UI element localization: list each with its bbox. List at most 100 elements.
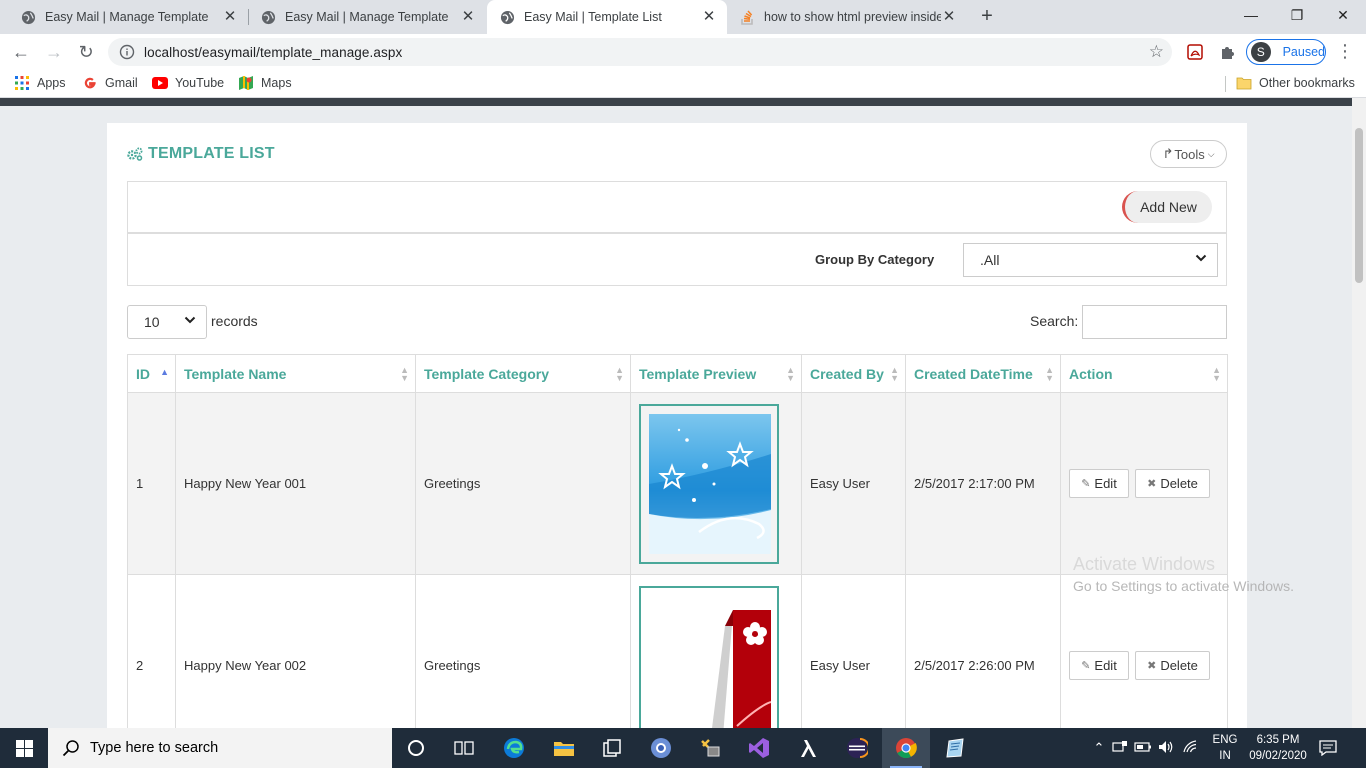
- browser-tab-3-active[interactable]: Easy Mail | Template List ✕: [487, 0, 727, 34]
- close-tab-icon[interactable]: ✕: [222, 9, 238, 25]
- bookmark-label: Gmail: [105, 76, 138, 90]
- bookmark-youtube[interactable]: YouTube: [152, 75, 224, 91]
- eclipse-icon[interactable]: [833, 728, 881, 768]
- tools-button[interactable]: ↱ Tools ⌵: [1150, 140, 1227, 168]
- group-by-category-select[interactable]: .All: [963, 243, 1218, 277]
- page-title: TEMPLATE LIST: [127, 145, 275, 163]
- chrome-icon[interactable]: [882, 728, 930, 768]
- file-explorer-icon[interactable]: [540, 728, 588, 768]
- activate-windows-watermark: Activate Windows: [1073, 554, 1216, 574]
- battery-icon[interactable]: [1132, 741, 1154, 755]
- browser-tab-4[interactable]: how to show html preview inside ✕: [727, 0, 967, 34]
- browser-app-icon[interactable]: [637, 728, 685, 768]
- tools-label: Tools: [1174, 146, 1205, 162]
- network-status-icon[interactable]: [1108, 740, 1132, 757]
- globe-icon: [499, 9, 515, 25]
- tab-title: Easy Mail | Template List: [524, 10, 662, 24]
- notifications-icon[interactable]: [1318, 738, 1338, 758]
- profile-status: Paused: [1282, 45, 1325, 59]
- back-arrow-icon[interactable]: ←: [9, 40, 33, 64]
- apps-grid-icon: [14, 75, 30, 91]
- task-view-icon[interactable]: [440, 728, 488, 768]
- edit-button[interactable]: ✎ Edit: [1069, 651, 1129, 680]
- bookmark-gmail[interactable]: Gmail: [82, 75, 138, 91]
- sort-both-icon: ▲ ▼: [1212, 365, 1221, 383]
- sort-both-icon: ▲ ▼: [1045, 365, 1054, 383]
- windows-start-icon[interactable]: [0, 728, 48, 768]
- sort-both-icon: ▲ ▼: [615, 365, 624, 383]
- google-g-icon: [82, 75, 98, 91]
- column-header-template-name[interactable]: Template Name ▲ ▼: [175, 354, 416, 393]
- search-input[interactable]: [1082, 305, 1227, 339]
- other-bookmarks[interactable]: Other bookmarks: [1236, 75, 1355, 91]
- taskbar-search-box[interactable]: Type here to search: [48, 728, 392, 768]
- reload-icon[interactable]: ↻: [74, 40, 98, 64]
- cortana-icon[interactable]: [392, 728, 440, 768]
- page-scrollbar[interactable]: [1352, 98, 1366, 728]
- language-code: ENG: [1212, 734, 1238, 746]
- windows-taskbar: Type here to search ⌃ ENG IN 6:35 PM 09/…: [0, 728, 1366, 768]
- restore-button[interactable]: ❐: [1274, 0, 1320, 30]
- globe-icon: [20, 9, 36, 25]
- edge-browser-icon[interactable]: [490, 728, 538, 768]
- wifi-icon[interactable]: [1178, 739, 1202, 757]
- input-language[interactable]: ENG IN: [1211, 732, 1239, 764]
- add-new-button[interactable]: Add New: [1122, 191, 1212, 223]
- chevron-up-icon[interactable]: ⌃: [1090, 740, 1108, 756]
- notepad-app-icon[interactable]: [931, 728, 979, 768]
- bookmark-star-icon[interactable]: ☆: [1149, 42, 1164, 62]
- records-length-select[interactable]: 10: [127, 305, 207, 339]
- edit-button[interactable]: ✎ Edit: [1069, 469, 1129, 498]
- template-list-panel: TEMPLATE LIST ↱ Tools ⌵ Add New Group By…: [107, 123, 1247, 728]
- volume-icon[interactable]: [1154, 740, 1178, 757]
- template-preview-thumbnail[interactable]: [639, 585, 779, 728]
- minimize-button[interactable]: —: [1228, 0, 1274, 30]
- browser-tab-1[interactable]: Easy Mail | Manage Template ✕: [8, 0, 248, 34]
- address-bar[interactable]: localhost/easymail/template_manage.aspx …: [108, 38, 1172, 66]
- close-tab-icon[interactable]: ✕: [701, 9, 717, 25]
- menu-kebab-icon[interactable]: ⋮: [1336, 42, 1354, 60]
- profile-button[interactable]: S Paused: [1246, 39, 1326, 65]
- forward-arrow-icon[interactable]: →: [42, 40, 66, 64]
- tools-app-icon[interactable]: [686, 728, 734, 768]
- column-header-template-preview[interactable]: Template Preview ▲ ▼: [630, 354, 802, 393]
- pdf-extension-icon[interactable]: [1185, 42, 1205, 62]
- taskbar-clock[interactable]: 6:35 PM 09/02/2020: [1246, 732, 1310, 764]
- column-header-template-category[interactable]: Template Category ▲ ▼: [415, 354, 631, 393]
- column-header-id[interactable]: ID ▲: [127, 354, 176, 393]
- column-header-created-by[interactable]: Created By ▲ ▼: [801, 354, 906, 393]
- browser-tab-2[interactable]: Easy Mail | Manage Template ✕: [248, 0, 486, 34]
- close-window-button[interactable]: ✕: [1320, 0, 1366, 30]
- template-preview-thumbnail[interactable]: [639, 403, 779, 564]
- browser-tab-strip: Easy Mail | Manage Template ✕ Easy Mail …: [0, 0, 1366, 34]
- scrollbar-thumb[interactable]: [1355, 128, 1363, 283]
- share-arrow-icon: ↱: [1162, 146, 1174, 161]
- column-header-action[interactable]: Action ▲ ▼: [1060, 354, 1228, 393]
- new-tab-button[interactable]: +: [976, 5, 998, 27]
- column-header-created-datetime[interactable]: Created DateTime ▲ ▼: [905, 354, 1061, 393]
- lambda-app-icon[interactable]: [784, 728, 832, 768]
- bookmark-apps[interactable]: Apps: [14, 75, 66, 91]
- youtube-icon: [152, 75, 168, 91]
- visual-studio-icon[interactable]: [735, 728, 783, 768]
- search-label: Search:: [1030, 313, 1079, 329]
- bookmark-maps[interactable]: Maps: [238, 75, 292, 91]
- info-icon[interactable]: [118, 43, 136, 61]
- close-tab-icon[interactable]: ✕: [941, 9, 957, 25]
- cell-action: ✎ Edit ✖ Delete: [1060, 392, 1228, 575]
- sort-both-icon: ▲ ▼: [400, 365, 409, 383]
- cell-template-category: Greetings: [415, 392, 631, 575]
- cell-id: 2: [127, 574, 176, 728]
- delete-button[interactable]: ✖ Delete: [1135, 651, 1210, 680]
- windows-app-icon[interactable]: [588, 728, 636, 768]
- bookmarks-divider: [1225, 76, 1226, 92]
- search-icon: [62, 739, 80, 757]
- gears-icon: [127, 147, 143, 161]
- globe-icon: [260, 9, 276, 25]
- template-table: ID ▲ Template Name ▲ ▼ Template Category ▲ ▼ …: [127, 354, 1228, 728]
- clock-time: 6:35 PM: [1256, 734, 1300, 746]
- cell-template-name: Happy New Year 002: [175, 574, 416, 728]
- extensions-puzzle-icon[interactable]: [1217, 42, 1237, 62]
- close-tab-icon[interactable]: ✕: [460, 9, 476, 25]
- delete-button[interactable]: ✖ Delete: [1135, 469, 1210, 498]
